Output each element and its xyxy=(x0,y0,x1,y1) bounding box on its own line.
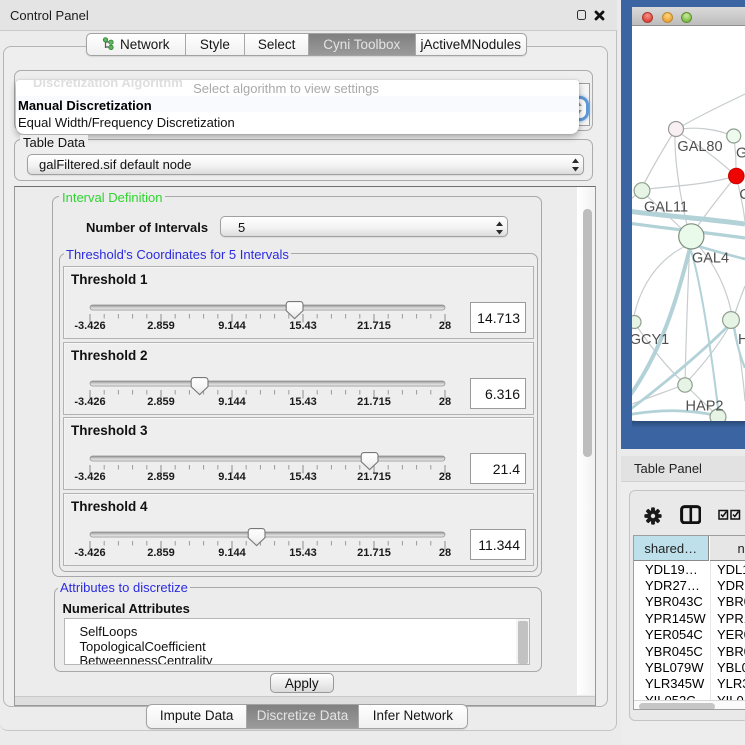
svg-text:CD: CD xyxy=(739,187,745,203)
svg-text:GA: GA xyxy=(736,146,745,162)
svg-text:HA: HA xyxy=(738,332,745,348)
svg-text:HAP2: HAP2 xyxy=(686,399,724,415)
svg-text:GAL4: GAL4 xyxy=(692,251,729,267)
svg-text:GAL80: GAL80 xyxy=(677,139,722,155)
svg-text:GAL11: GAL11 xyxy=(644,200,688,216)
svg-text:GCY1: GCY1 xyxy=(632,332,669,348)
